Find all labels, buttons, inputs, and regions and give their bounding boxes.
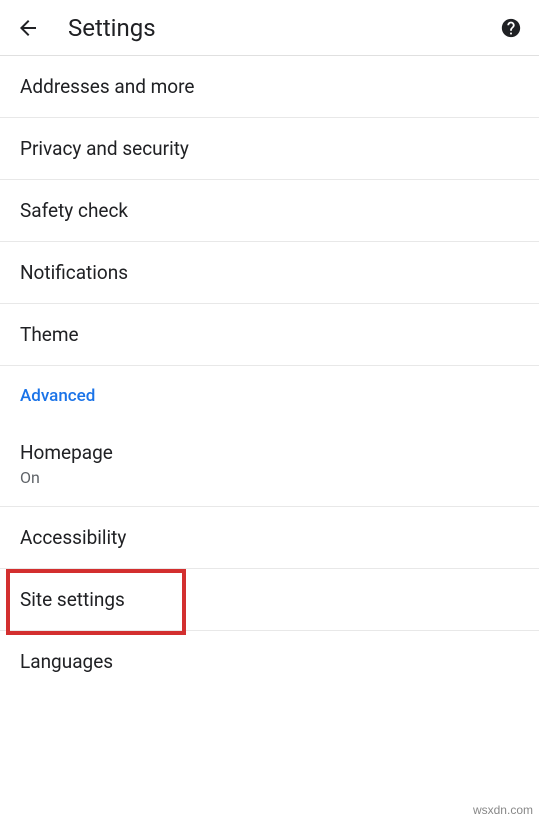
settings-item-addresses[interactable]: Addresses and more	[0, 56, 539, 118]
settings-item-languages[interactable]: Languages	[0, 631, 539, 692]
settings-item-safety[interactable]: Safety check	[0, 180, 539, 242]
arrow-back-icon	[16, 16, 40, 40]
item-label: Theme	[20, 323, 519, 346]
item-label: Addresses and more	[20, 75, 519, 98]
page-title: Settings	[68, 14, 499, 42]
item-label: Privacy and security	[20, 137, 519, 160]
settings-item-homepage[interactable]: Homepage On	[0, 422, 539, 507]
watermark: wsxdn.com	[473, 803, 533, 817]
help-icon	[500, 17, 522, 39]
settings-item-site-settings[interactable]: Site settings	[0, 569, 539, 631]
header-bar: Settings	[0, 0, 539, 56]
item-label: Languages	[20, 650, 519, 673]
help-button[interactable]	[499, 16, 523, 40]
item-label: Homepage	[20, 441, 519, 464]
settings-item-notifications[interactable]: Notifications	[0, 242, 539, 304]
back-button[interactable]	[16, 16, 40, 40]
section-header-advanced: Advanced	[0, 366, 539, 422]
item-label: Accessibility	[20, 526, 519, 549]
item-sublabel: On	[20, 468, 519, 487]
settings-item-privacy[interactable]: Privacy and security	[0, 118, 539, 180]
settings-item-theme[interactable]: Theme	[0, 304, 539, 366]
item-label: Safety check	[20, 199, 519, 222]
settings-list: Addresses and more Privacy and security …	[0, 56, 539, 692]
settings-item-accessibility[interactable]: Accessibility	[0, 507, 539, 569]
item-label: Site settings	[20, 588, 519, 611]
item-label: Notifications	[20, 261, 519, 284]
